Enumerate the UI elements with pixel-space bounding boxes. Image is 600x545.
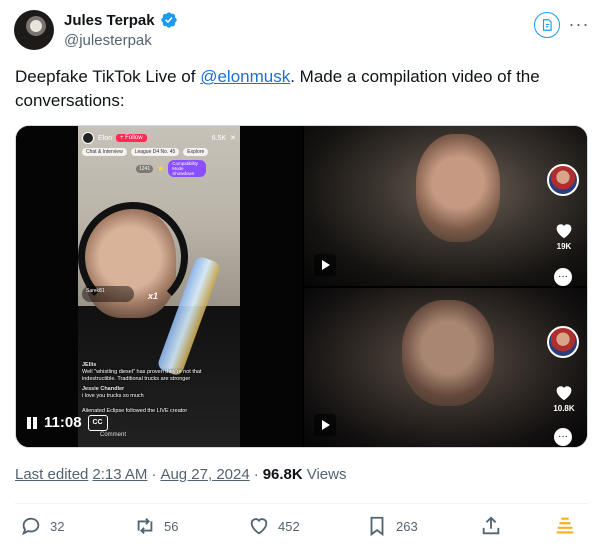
video-controls: 11:08 CC <box>26 414 108 431</box>
tiktok-comment-field: Comment <box>100 432 127 438</box>
repost-button[interactable]: 56 <box>134 512 178 540</box>
repost-icon <box>137 518 153 534</box>
heart-icon <box>556 224 572 239</box>
tiktok-gift-count: x1 <box>148 291 159 301</box>
tiktok-viewer-count: 6.5K <box>211 134 227 142</box>
tiktok-chip: Explore <box>183 148 209 156</box>
tiktok-gift-badge: Sarek81 <box>82 286 134 302</box>
bookmark-button[interactable]: 263 <box>366 512 418 540</box>
tiktok-chip: League D4 No. 45 <box>130 148 180 156</box>
play-icon[interactable] <box>314 414 336 436</box>
share-button[interactable] <box>480 512 502 540</box>
tweet-meta: Last edited 2:13 AM · Aug 27, 2024 · 96.… <box>15 466 346 483</box>
author-display-name[interactable]: Jules Terpak <box>64 12 155 29</box>
share-icon <box>482 516 500 535</box>
meta-separator: · <box>253 466 259 483</box>
bookmark-icon <box>370 516 384 537</box>
verified-badge-icon <box>160 12 177 28</box>
reply-count: 32 <box>50 518 65 534</box>
chat-text: Well "whistling diesel" has proven they'… <box>82 369 202 382</box>
tiktok-streamer-avatar <box>82 132 94 144</box>
tiktok-score-row: 1241 ★ Compatibility Mode Showdown <box>136 160 207 177</box>
heart-outline-icon <box>250 518 268 535</box>
play-icon[interactable] <box>314 254 336 276</box>
more-circle-icon: ··· <box>554 428 572 446</box>
grok-icon <box>542 19 552 31</box>
tiktok-follow-button: + Follow <box>116 134 147 142</box>
tiktok-avatar-icon <box>547 326 579 358</box>
tiktok-gift-user: Sarek81 <box>86 288 105 294</box>
repost-count: 56 <box>164 518 179 534</box>
chat-user: Jessie Chandler <box>82 386 125 392</box>
last-edited-link[interactable]: Last edited <box>15 466 88 483</box>
tiktok-chat-message: Jessie Chandler i love you trucks so muc… <box>82 386 232 400</box>
views-count: 96.8K <box>262 466 303 483</box>
summary-button[interactable] <box>554 512 576 540</box>
tweet-header: Jules Terpak @julesterpak ··· <box>0 0 600 56</box>
tweet-text: Deepfake TikTok Live of @elonmusk. Made … <box>15 65 575 113</box>
chat-text: i love you trucks so much <box>82 393 144 399</box>
cc-label: CC <box>92 419 103 426</box>
video-player[interactable]: Elon + Follow 6.5K ✕ Chat & Interview Le… <box>16 126 302 447</box>
tiktok-chat-message: JEllis Well "whistling diesel" has prove… <box>82 362 232 383</box>
video-timestamp: 11:08 <box>44 414 82 431</box>
reply-icon <box>21 517 40 536</box>
like-count: 10.8K <box>553 404 575 413</box>
tiktok-chips: Chat & Interview League D4 No. 45 Explor… <box>82 148 209 156</box>
tiktok-avatar-icon <box>547 164 579 196</box>
tweet-time-link[interactable]: 2:13 AM <box>92 466 147 483</box>
tiktok-badge: Compatibility Mode Showdown <box>168 160 207 177</box>
tiktok-chip: Chat & Interview <box>82 148 127 156</box>
like-count: 19K <box>556 242 572 251</box>
like-count-action: 452 <box>278 518 300 534</box>
tweet-date-link[interactable]: Aug 27, 2024 <box>160 466 249 483</box>
like-button[interactable]: 452 <box>248 512 300 540</box>
mention-link[interactable]: @elonmusk <box>200 67 290 86</box>
grok-button[interactable] <box>534 12 560 38</box>
media-container[interactable]: Elon + Follow 6.5K ✕ Chat & Interview Le… <box>15 125 588 448</box>
reply-button[interactable]: 32 <box>20 512 64 540</box>
tiktok-score: 1241 <box>136 164 154 173</box>
views-label: Views <box>306 466 347 483</box>
author-handle[interactable]: @julesterpak <box>64 32 152 49</box>
captions-icon[interactable]: CC <box>87 414 108 431</box>
more-circle-icon: ··· <box>554 268 572 286</box>
bookmark-count: 263 <box>396 518 418 534</box>
video-face-shape <box>402 300 494 406</box>
video-thumbnail-top[interactable]: 19K ··· <box>304 126 587 286</box>
tiktok-close-icon: ✕ <box>230 135 236 142</box>
meta-separator: · <box>151 466 157 483</box>
heart-icon <box>556 386 572 401</box>
chat-user: JEllis <box>82 362 97 368</box>
tiktok-streamer-name: Elon <box>98 134 113 142</box>
video-thumbnail-bottom[interactable]: 10.8K ··· <box>304 288 587 447</box>
tiktok-screen: Elon + Follow 6.5K ✕ Chat & Interview Le… <box>78 126 240 447</box>
divider <box>15 503 588 504</box>
tiktok-top-bar: Elon + Follow 6.5K ✕ <box>82 130 236 146</box>
more-options-icon[interactable]: ··· <box>568 14 590 34</box>
star-icon: ★ <box>157 164 165 173</box>
pause-icon[interactable] <box>26 416 38 430</box>
stack-lines-icon <box>556 517 574 534</box>
video-face-shape <box>416 134 500 242</box>
author-avatar[interactable] <box>14 10 54 50</box>
action-bar: 32 56 452 263 <box>0 512 600 542</box>
author-name-row: Jules Terpak <box>64 11 178 29</box>
tweet-text-part: Deepfake TikTok Live of <box>15 67 201 86</box>
